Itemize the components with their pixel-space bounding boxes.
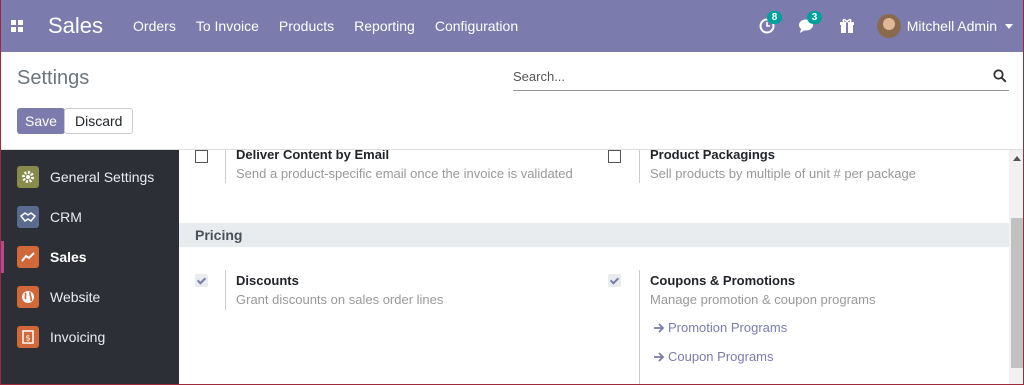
menu-orders[interactable]: Orders — [133, 18, 176, 34]
sidebar-item-sales[interactable]: Sales — [1, 237, 179, 277]
content-scrollbar[interactable] — [1009, 150, 1023, 384]
top-navbar: Sales Orders To Invoice Products Reporti… — [1, 0, 1023, 52]
activity-badge: 8 — [766, 11, 783, 24]
deliver-content-checkbox[interactable] — [195, 150, 208, 163]
product-packagings-checkbox[interactable] — [608, 150, 621, 163]
coupon-programs-link[interactable]: Coupon Programs — [653, 349, 774, 364]
promotion-programs-link[interactable]: Promotion Programs — [653, 320, 787, 335]
user-avatar[interactable] — [876, 14, 901, 38]
search-input[interactable] — [513, 64, 983, 88]
divider — [639, 270, 640, 384]
menu-products[interactable]: Products — [279, 18, 334, 34]
invoice-icon: $ — [17, 326, 39, 348]
messages-badge: 3 — [806, 11, 823, 24]
deliver-content-title: Deliver Content by Email — [236, 150, 390, 162]
sidebar-item-crm[interactable]: CRM — [1, 197, 179, 237]
product-packagings-description: Sell products by multiple of unit # per … — [650, 166, 916, 181]
page-title: Settings — [17, 67, 90, 89]
menu-reporting[interactable]: Reporting — [354, 18, 415, 34]
sidebar-item-general-settings[interactable]: General Settings — [1, 157, 179, 197]
discounts-title: Discounts — [236, 273, 299, 288]
menu-to-invoice[interactable]: To Invoice — [196, 18, 259, 34]
sidebar-item-invoicing[interactable]: $ Invoicing — [1, 317, 179, 357]
sidebar-item-label: Sales — [50, 249, 87, 265]
discard-button[interactable]: Discard — [64, 108, 134, 134]
gift-icon[interactable] — [837, 16, 857, 36]
gear-icon — [17, 166, 39, 188]
apps-menu-icon[interactable] — [1, 0, 33, 52]
svg-text:$: $ — [25, 334, 30, 343]
scrollbar-thumb[interactable] — [1011, 218, 1023, 368]
coupons-promotions-checkbox[interactable] — [608, 274, 621, 287]
activity-clock-icon[interactable]: 8 — [757, 11, 783, 36]
user-name[interactable]: Mitchell Admin — [907, 18, 997, 34]
deliver-content-description: Send a product-specific email once the i… — [236, 166, 573, 181]
sidebar-item-website[interactable]: Website — [1, 277, 179, 317]
product-packagings-title: Product Packagings — [650, 150, 775, 162]
handshake-icon — [17, 206, 39, 228]
search-icon[interactable] — [993, 69, 1007, 83]
discounts-description: Grant discounts on sales order lines — [236, 292, 444, 307]
pricing-section-header: Pricing — [179, 223, 1009, 247]
link-label: Promotion Programs — [668, 320, 788, 335]
app-brand[interactable]: Sales — [48, 13, 103, 39]
divider — [639, 150, 640, 183]
messages-chat-icon[interactable]: 3 — [797, 11, 823, 36]
arrow-right-icon — [654, 351, 665, 362]
app-frame: Sales Orders To Invoice Products Reporti… — [0, 0, 1024, 385]
menu-configuration[interactable]: Configuration — [435, 18, 518, 34]
settings-sidebar: General Settings CRM Sales Website $ Inv… — [1, 150, 179, 384]
user-menu-caret-icon[interactable] — [1005, 23, 1013, 29]
link-label: Coupon Programs — [668, 349, 774, 364]
search-box — [513, 64, 1009, 91]
sidebar-item-label: CRM — [50, 209, 82, 225]
control-panel: Settings Save Discard — [1, 52, 1023, 150]
divider — [225, 150, 226, 183]
chart-line-icon — [17, 246, 39, 268]
divider — [225, 270, 226, 310]
globe-icon — [17, 286, 39, 308]
scroll-up-arrow-icon[interactable] — [1013, 156, 1021, 161]
coupons-promotions-description: Manage promotion & coupon programs — [650, 292, 876, 307]
sidebar-item-label: Website — [50, 289, 101, 305]
section-title: Pricing — [195, 227, 243, 243]
discounts-checkbox[interactable] — [195, 274, 208, 287]
sidebar-item-label: Invoicing — [50, 329, 106, 345]
coupons-promotions-title: Coupons & Promotions — [650, 273, 796, 288]
sidebar-item-label: General Settings — [50, 169, 155, 185]
save-button[interactable]: Save — [17, 108, 65, 134]
arrow-right-icon — [654, 322, 665, 333]
settings-content: Deliver Content by Email Send a product-… — [179, 150, 1009, 384]
